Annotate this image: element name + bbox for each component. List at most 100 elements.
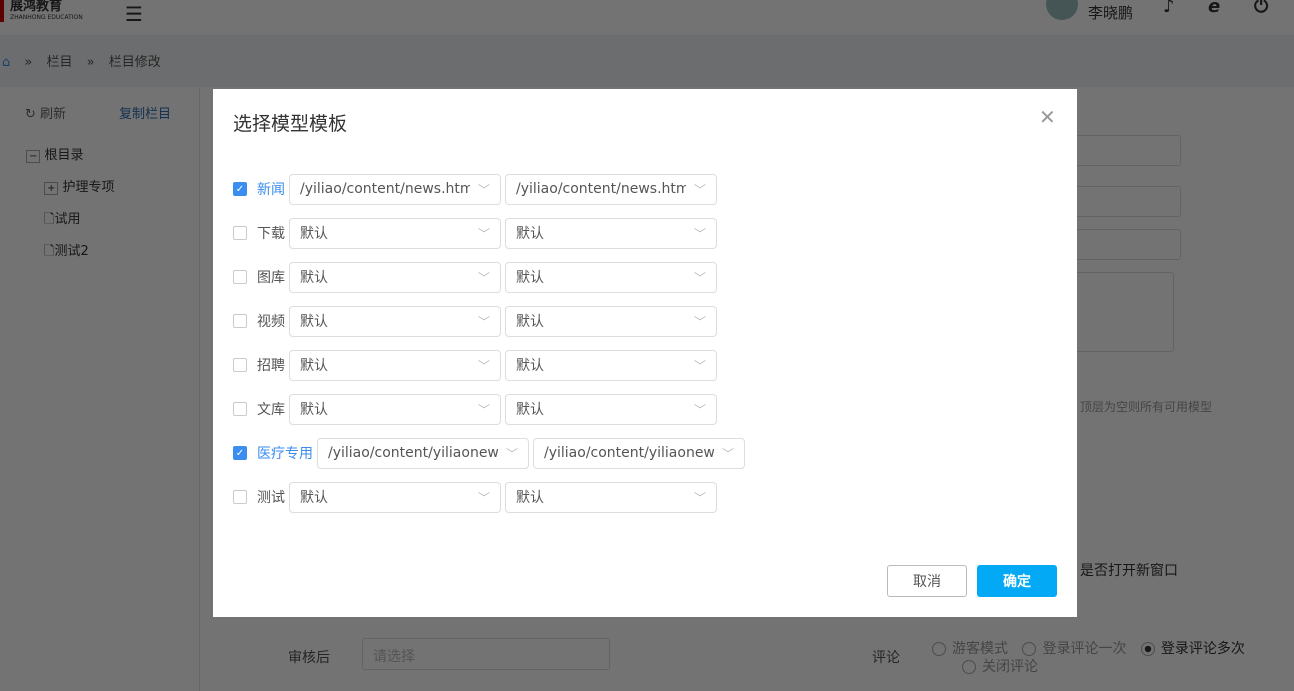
model-row: 视频 默认 ﹀ 默认 ﹀ xyxy=(233,305,721,337)
model-row: 下载 默认 ﹀ 默认 ﹀ xyxy=(233,217,721,249)
chevron-down-icon: ﹀ xyxy=(693,182,706,197)
model-row: ✓ 医疗专用 /yiliao/content/yiliaonews_n﹀ /yi… xyxy=(233,437,749,469)
select-template-dialog: 选择模型模板 ✕ ✓ 新闻 /yiliao/content/news.html ﹀… xyxy=(213,89,1077,617)
channel-template-select[interactable]: 默认 ﹀ xyxy=(289,217,501,249)
model-row: ✓ 新闻 /yiliao/content/news.html ﹀ /yiliao/… xyxy=(233,173,721,205)
tree-label: 试用 xyxy=(54,212,81,227)
channel-template-select[interactable]: 默认 ﹀ xyxy=(289,393,501,425)
close-icon[interactable]: ✕ xyxy=(1039,105,1056,129)
radio-guest[interactable]: 游客模式 xyxy=(932,641,1008,657)
model-label: 下载 xyxy=(257,226,285,242)
chevron-down-icon: ﹀ xyxy=(477,490,490,505)
model-label: 视频 xyxy=(257,314,285,330)
channel-template-select[interactable]: 默认 ﹀ xyxy=(289,349,501,381)
content-template-select[interactable]: /yiliao/content/yiliaonews_n﹀ xyxy=(533,437,745,469)
tree-item[interactable]: 🗋试用 xyxy=(44,208,80,232)
home-icon[interactable]: ⌂ xyxy=(2,55,10,70)
chevron-down-icon: ﹀ xyxy=(477,270,490,285)
model-label: 图库 xyxy=(257,270,285,286)
chevron-down-icon: ﹀ xyxy=(505,446,518,461)
model-checkbox[interactable] xyxy=(233,358,247,372)
model-label: 新闻 xyxy=(257,182,285,198)
channel-template-select[interactable]: 默认 ﹀ xyxy=(289,481,501,513)
model-label: 招聘 xyxy=(257,358,285,374)
bg-input[interactable] xyxy=(1060,186,1181,217)
model-checkbox[interactable]: ✓ xyxy=(233,446,247,460)
bg-input[interactable] xyxy=(1060,229,1181,260)
logo[interactable]: 展鸿教育 ZHANHONG EDUCATION xyxy=(0,0,83,22)
model-label: 测试 xyxy=(257,490,285,506)
radio-login-many[interactable]: 登录评论多次 xyxy=(1140,641,1245,657)
chevron-down-icon: ﹀ xyxy=(693,402,706,417)
chevron-down-icon: ﹀ xyxy=(693,270,706,285)
content-template-select[interactable]: 默认 ﹀ xyxy=(505,481,717,513)
model-checkbox[interactable] xyxy=(233,226,247,240)
model-checkbox[interactable] xyxy=(233,402,247,416)
model-checkbox[interactable] xyxy=(233,270,247,284)
confirm-button[interactable]: 确定 xyxy=(977,565,1057,597)
chevron-down-icon: ﹀ xyxy=(477,314,490,329)
model-checkbox[interactable] xyxy=(233,314,247,328)
breadcrumb: ⌂ » 栏目 » 栏目修改 xyxy=(0,35,1294,87)
content-template-select[interactable]: 默认 ﹀ xyxy=(505,261,717,293)
model-row: 文库 默认 ﹀ 默认 ﹀ xyxy=(233,393,721,425)
content-template-select[interactable]: /yiliao/content/news.html ﹀ xyxy=(505,173,717,205)
chevron-down-icon: ﹀ xyxy=(477,402,490,417)
avatar[interactable] xyxy=(1046,0,1078,20)
radio-login-once[interactable]: 登录评论一次 xyxy=(1022,641,1126,657)
chevron-down-icon: ﹀ xyxy=(477,182,490,197)
tree-label: 根目录 xyxy=(44,148,84,163)
chevron-down-icon: ﹀ xyxy=(477,226,490,241)
dialog-title: 选择模型模板 xyxy=(233,113,348,135)
model-label: 文库 xyxy=(257,402,285,418)
comment-radio-group: 游客模式 登录评论一次 登录评论多次 xyxy=(932,638,1245,658)
user-name[interactable]: 李晓鹏 xyxy=(1088,2,1133,23)
breadcrumb-separator: » xyxy=(86,55,95,70)
bg-textarea[interactable] xyxy=(1060,272,1174,352)
chevron-down-icon: ﹀ xyxy=(721,446,734,461)
bg-select[interactable] xyxy=(1060,135,1181,166)
model-checkbox[interactable] xyxy=(233,490,247,504)
model-row: 图库 默认 ﹀ 默认 ﹀ xyxy=(233,261,721,293)
new-window-label: 是否打开新窗口 xyxy=(1080,563,1178,579)
logo-subtext: ZHANHONG EDUCATION xyxy=(10,14,83,21)
refresh-button[interactable]: ↻ 刷新 xyxy=(25,103,66,122)
tree-item[interactable]: + 护理专项 xyxy=(44,176,115,195)
model-row: 招聘 默认 ﹀ 默认 ﹀ xyxy=(233,349,721,381)
menu-toggle-icon[interactable]: ☰ xyxy=(125,2,143,26)
channel-template-select[interactable]: 默认 ﹀ xyxy=(289,305,501,337)
model-label: 医疗专用 xyxy=(257,446,313,462)
model-checkbox[interactable]: ✓ xyxy=(233,182,247,196)
chevron-down-icon: ﹀ xyxy=(693,358,706,373)
channel-template-select[interactable]: /yiliao/content/news.html ﹀ xyxy=(289,173,501,205)
breadcrumb-separator: » xyxy=(24,55,33,70)
copy-column-button[interactable]: 复制栏目 xyxy=(119,103,171,122)
review-label: 审核后 xyxy=(288,650,330,666)
chevron-down-icon: ﹀ xyxy=(693,314,706,329)
expand-icon[interactable]: + xyxy=(44,182,59,195)
model-row: 测试 默认 ﹀ 默认 ﹀ xyxy=(233,481,721,513)
content-template-select[interactable]: 默认 ﹀ xyxy=(505,217,717,249)
chevron-down-icon: ﹀ xyxy=(693,490,706,505)
radio-close-comment[interactable]: 关闭评论 xyxy=(962,656,1038,676)
breadcrumb-item: 栏目修改 xyxy=(108,55,161,70)
channel-template-select[interactable]: 默认 ﹀ xyxy=(289,261,501,293)
tree-item[interactable]: 🗋测试2 xyxy=(44,240,89,264)
tree-label: 测试2 xyxy=(54,244,89,259)
tree-item-root[interactable]: − 根目录 xyxy=(26,144,84,163)
chevron-down-icon: ﹀ xyxy=(693,226,706,241)
tree-label: 护理专项 xyxy=(62,180,115,195)
channel-template-select[interactable]: /yiliao/content/yiliaonews_n﹀ xyxy=(317,437,529,469)
collapse-icon[interactable]: − xyxy=(26,150,41,163)
file-icon: 🗋 xyxy=(44,212,55,227)
power-icon[interactable]: ⏻ xyxy=(1254,0,1268,17)
content-template-select[interactable]: 默认 ﹀ xyxy=(505,393,717,425)
review-select[interactable]: 请选择 xyxy=(362,638,610,670)
cancel-button[interactable]: 取消 xyxy=(887,565,967,597)
content-template-select[interactable]: 默认 ﹀ xyxy=(505,349,717,381)
content-template-select[interactable]: 默认 ﹀ xyxy=(505,305,717,337)
breadcrumb-item[interactable]: 栏目 xyxy=(47,55,73,70)
user-settings-icon[interactable]: ♪ xyxy=(1163,0,1175,17)
file-icon: 🗋 xyxy=(44,244,55,259)
browser-icon[interactable]: e xyxy=(1208,0,1220,17)
